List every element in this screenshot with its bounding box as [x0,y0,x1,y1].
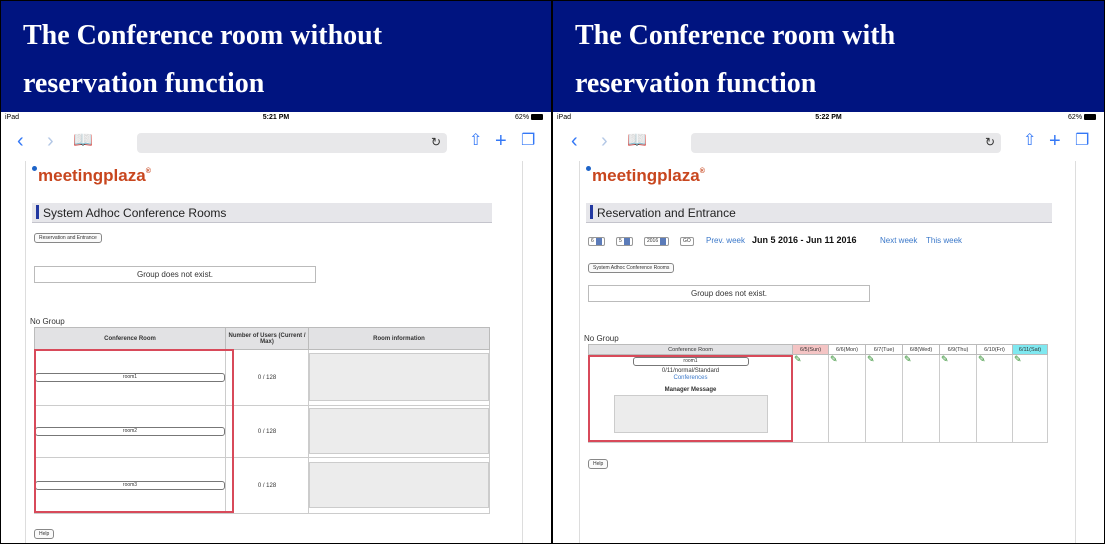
manager-message-label: Manager Message [664,387,717,393]
room3-button[interactable]: room3 [35,481,225,490]
help-button[interactable]: Help [34,529,55,539]
right-web-page: meetingplaza® Reservation and Entrance 6… [579,161,1076,543]
date-range: Jun 5 2016 - Jun 11 2016 [752,235,857,245]
meetingplaza-logo[interactable]: meetingplaza® [32,166,151,186]
col-conference-room: Conference Room [588,344,793,355]
col-day-tue: 6/7(Tue) [865,344,903,355]
page-title: Reservation and Entrance [586,203,1052,223]
room1-button[interactable]: room1 [35,373,225,382]
prev-week-link[interactable]: Prev. week [706,236,745,245]
battery-icon [531,114,543,120]
table-row: room2 0 / 128 [34,405,490,458]
back-icon[interactable]: ‹ [571,129,578,153]
address-bar[interactable]: ↻ [691,133,1001,153]
share-icon[interactable]: ⇧ [469,129,482,153]
day-select[interactable]: 5 [616,237,633,246]
page-title: System Adhoc Conference Rooms [32,203,492,223]
share-icon[interactable]: ⇧ [1023,129,1036,153]
group-message: Group does not exist. [34,266,316,283]
back-icon[interactable]: ‹ [17,129,24,153]
room-table: Conference Room Number of Users (Current… [34,327,490,514]
col-conference-room: Conference Room [34,327,226,350]
left-banner-line1: The Conference room without [23,20,383,51]
col-day-fri: 6/10(Fri) [976,344,1013,355]
year-select[interactable]: 2016 [644,237,670,246]
manager-message-box [613,395,768,433]
reload-icon[interactable]: ↻ [431,135,441,149]
room1-users: 0 / 128 [225,349,309,406]
reserve-pen-icon[interactable]: ✎ [903,355,939,364]
table-row: room3 0 / 128 [34,457,490,514]
tabs-icon[interactable]: ❐ [521,129,535,153]
group-message: Group does not exist. [588,285,870,302]
room1-info-box [309,352,489,401]
go-button[interactable]: GO [680,237,694,246]
col-day-thu: 6/9(Thu) [939,344,977,355]
reserve-pen-icon[interactable]: ✎ [866,355,902,364]
clock: 5:22 PM [815,114,842,121]
reservation-entrance-button[interactable]: Reservation and Entrance [34,233,102,243]
tabs-icon[interactable]: ❐ [1075,129,1089,153]
room1-button[interactable]: room1 [632,357,749,366]
col-room-information: Room information [308,327,490,350]
right-banner: The Conference room with reservation fun… [553,1,1104,112]
help-button[interactable]: Help [588,459,609,469]
col-day-sat: 6/11(Sat) [1012,344,1048,355]
room2-button[interactable]: room2 [35,427,225,436]
table-row: room1 0/11/normal/Standard Conferences M… [588,354,1048,443]
right-panel: The Conference room with reservation fun… [552,0,1105,544]
left-web-page: meetingplaza® System Adhoc Conference Ro… [25,161,523,543]
right-browser-toolbar: ‹ › 📖 ↻ ⇧ + ❐ [553,125,1104,159]
room2-info-box [309,407,489,454]
group-label: No Group [584,334,619,343]
battery-status: 62% [1068,114,1096,121]
reload-icon[interactable]: ↻ [985,135,995,149]
chevron-down-icon [595,238,602,245]
new-tab-icon[interactable]: + [1049,129,1061,153]
reserve-pen-icon[interactable]: ✎ [793,355,828,364]
reserve-pen-icon[interactable]: ✎ [1013,355,1047,364]
next-week-link[interactable]: Next week [880,236,917,245]
col-day-mon: 6/6(Mon) [828,344,866,355]
room3-info-box [309,461,489,508]
chevron-down-icon [623,238,630,245]
forward-icon[interactable]: › [601,129,608,153]
reservation-table: Conference Room 6/5(Sun) 6/6(Mon) 6/7(Tu… [588,344,1048,443]
right-status-bar: iPad 5:22 PM 62% [553,113,1104,123]
this-week-link[interactable]: This week [926,236,962,245]
table-row: room1 0 / 128 [34,349,490,406]
new-tab-icon[interactable]: + [495,129,507,153]
col-day-wed: 6/8(Wed) [902,344,940,355]
left-banner: The Conference room without reservation … [1,1,551,112]
left-panel: The Conference room without reservation … [0,0,552,544]
battery-icon [1084,114,1096,120]
meetingplaza-logo[interactable]: meetingplaza® [586,166,705,186]
bookmarks-icon[interactable]: 📖 [627,129,647,153]
chevron-down-icon [660,238,667,245]
reserve-pen-icon[interactable]: ✎ [977,355,1012,364]
bookmarks-icon[interactable]: 📖 [73,129,93,153]
group-label: No Group [30,317,65,326]
right-banner-line1: The Conference room with [575,20,896,51]
right-banner-line2: reservation function [575,68,817,99]
month-select[interactable]: 6 [588,237,605,246]
forward-icon[interactable]: › [47,129,54,153]
reserve-pen-icon[interactable]: ✎ [829,355,865,364]
clock: 5:21 PM [262,114,290,121]
battery-status: 62% [515,114,543,121]
address-bar[interactable]: ↻ [137,133,447,153]
left-banner-line2: reservation function [23,68,265,99]
col-number-of-users: Number of Users (Current / Max) [225,327,309,350]
reserve-pen-icon[interactable]: ✎ [940,355,976,364]
left-status-bar: iPad 5:21 PM 62% [1,113,551,123]
left-browser-toolbar: ‹ › 📖 ↻ ⇧ + ❐ [1,125,551,159]
room1-details: 0/11/normal/Standard [661,368,720,374]
col-day-sun: 6/5(Sun) [792,344,829,355]
room2-users: 0 / 128 [225,405,309,458]
room3-users: 0 / 128 [225,457,309,514]
conferences-link[interactable]: Conferences [589,375,792,381]
system-adhoc-rooms-button[interactable]: System Adhoc Conference Rooms [588,263,675,273]
